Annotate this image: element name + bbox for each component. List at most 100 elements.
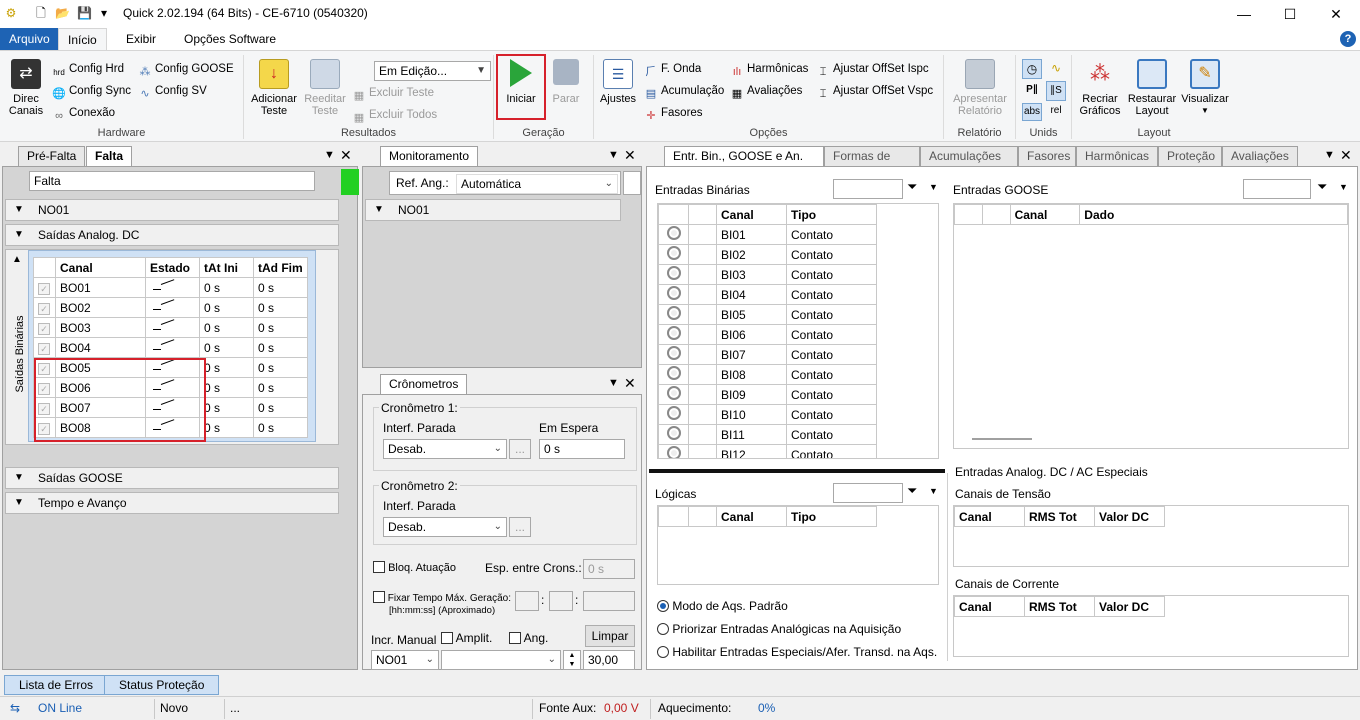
tab-pre-falta[interactable]: Pré-Falta (18, 146, 86, 166)
incr-node-select[interactable]: NO01 ⌄ (371, 650, 439, 670)
direc-canais-button[interactable]: ⇄ Direc Canais (6, 59, 46, 117)
bo-tad-fim[interactable]: 0 s (253, 397, 308, 418)
s-unit-icon[interactable]: ∥S (1046, 81, 1066, 101)
fixar-mm-field[interactable] (549, 591, 573, 611)
bo-estado[interactable] (145, 297, 200, 318)
crono1-more-button[interactable]: ... (509, 439, 531, 459)
bo-tat-ini[interactable]: 0 s (199, 297, 254, 318)
bo-tat-ini[interactable]: 0 s (199, 397, 254, 418)
goose-filter-input[interactable] (1243, 179, 1311, 199)
bo-tat-ini[interactable]: 0 s (199, 277, 254, 298)
section-no01[interactable]: ▼ NO01 (5, 199, 339, 221)
clock-icon[interactable]: ◷ (1022, 59, 1042, 79)
edit-mode-select[interactable]: Em Edição... ▼ (374, 61, 491, 81)
tab-falta[interactable]: Falta (86, 146, 133, 167)
menu-inicio[interactable]: Início (58, 28, 107, 50)
tab-right-0[interactable]: Entr. Bin., GOOSE e An. DC (664, 146, 824, 181)
pin-icon[interactable]: ▼ (608, 149, 619, 161)
incr-spinner[interactable]: ▲ ▼ (563, 650, 581, 670)
bo-tat-ini[interactable]: 0 s (199, 417, 254, 438)
pin-icon[interactable]: ▼ (1324, 149, 1335, 161)
logicas-filter-input[interactable] (833, 483, 903, 503)
qat-dropdown-icon[interactable]: ▾ (97, 6, 111, 20)
excluir-teste-button[interactable]: ▦ Excluir Teste (352, 83, 434, 103)
limpar-button[interactable]: Limpar (585, 625, 635, 647)
row-checkbox[interactable]: ✓ (38, 342, 50, 355)
incr-value-field[interactable]: 30,00 (583, 650, 635, 670)
table-row[interactable]: ✓ BO03 0 s0 s (33, 317, 308, 338)
apresentar-relatorio-button[interactable]: Apresentar Relatório (948, 59, 1012, 117)
bo-tat-ini[interactable]: 0 s (199, 337, 254, 358)
table-row[interactable]: BI04 Contato (658, 284, 877, 305)
p-unit-icon[interactable]: P∥ (1022, 81, 1042, 101)
state-name-field[interactable]: Falta (29, 171, 315, 191)
incr-channel-select[interactable]: ⌄ (441, 650, 561, 670)
config-sv-button[interactable]: ∿ Config SV (138, 81, 206, 101)
row-checkbox[interactable]: ✓ (38, 322, 50, 335)
table-row[interactable]: BI09 Contato (658, 384, 877, 405)
bo-tat-ini[interactable]: 0 s (199, 377, 254, 398)
tab-right-5[interactable]: Proteção (1158, 146, 1222, 166)
table-row[interactable]: ✓ BO04 0 s0 s (33, 337, 308, 358)
row-checkbox[interactable]: ✓ (38, 282, 50, 295)
bo-tad-fim[interactable]: 0 s (253, 277, 308, 298)
filter-icon[interactable]: ⏷ (907, 179, 917, 195)
close-icon[interactable]: ✕ (340, 147, 352, 164)
radio-habilitar-especiais[interactable]: Habilitar Entradas Especiais/Afer. Trans… (657, 645, 937, 659)
close-window-button[interactable]: ✕ (1313, 0, 1359, 28)
tab-right-1[interactable]: Formas de Onda (824, 146, 920, 181)
wave-unit-icon[interactable]: ∿ (1046, 59, 1066, 79)
bo-tad-fim[interactable]: 0 s (253, 417, 308, 438)
fixar-ss-field[interactable] (583, 591, 635, 611)
help-icon[interactable]: ? (1340, 31, 1356, 47)
section-tempo-avanco[interactable]: ▼ Tempo e Avanço (5, 492, 339, 514)
chevron-down-icon[interactable]: ▼ (1339, 182, 1348, 192)
close-icon[interactable]: ✕ (624, 375, 636, 392)
bo-tad-fim[interactable]: 0 s (253, 297, 308, 318)
fasores-button[interactable]: ✛ Fasores (644, 103, 702, 123)
conexao-button[interactable]: ∞ Conexão (52, 103, 115, 123)
ajustar-offset-ispc-button[interactable]: ⌶ Ajustar OffSet Ispc (816, 59, 929, 79)
table-row[interactable]: BI07 Contato (658, 344, 877, 365)
avaliacoes-button[interactable]: ▦ Avaliações (730, 81, 803, 101)
ang-checkbox[interactable]: Ang. (509, 631, 548, 645)
config-hrd-button[interactable]: hrd Config Hrd (52, 59, 124, 79)
iniciar-button[interactable]: Iniciar (500, 59, 542, 105)
radio-modo-padrao[interactable]: Modo de Aqs. Padrão (657, 599, 788, 613)
filter-icon[interactable]: ⏷ (907, 483, 917, 499)
table-row[interactable]: BI10 Contato (658, 404, 877, 425)
config-goose-button[interactable]: ⁂ Config GOOSE (138, 59, 234, 79)
tab-cronometros[interactable]: Crônometros (380, 374, 468, 395)
maximize-button[interactable]: ☐ (1267, 0, 1313, 28)
bo-tat-ini[interactable]: 0 s (199, 317, 254, 338)
amplit-checkbox[interactable]: Amplit. (441, 631, 492, 645)
bo-tat-ini[interactable]: 0 s (199, 357, 254, 378)
rel-toggle[interactable]: rel (1046, 103, 1066, 121)
table-row[interactable]: BI01 Contato (658, 224, 877, 245)
config-sync-button[interactable]: 🌐 Config Sync (52, 81, 131, 101)
table-row[interactable]: BI12 Contato (658, 444, 877, 458)
f-onda-button[interactable]: ⺁ F. Onda (644, 59, 702, 79)
close-icon[interactable]: ✕ (624, 147, 636, 164)
table-row[interactable]: BI02 Contato (658, 244, 877, 265)
visualizar-button[interactable]: ✎ Visualizar ▼ (1178, 59, 1232, 117)
chevron-up-icon[interactable]: ▲ (12, 254, 22, 265)
bin-filter-input[interactable] (833, 179, 903, 199)
chevron-down-icon[interactable]: ▼ (929, 486, 938, 496)
row-checkbox[interactable]: ✓ (38, 302, 50, 315)
tab-right-4[interactable]: Harmônicas (1076, 146, 1158, 166)
tab-right-2[interactable]: Acumulações (920, 146, 1018, 166)
abs-toggle[interactable]: abs (1022, 103, 1042, 121)
crono2-more-button[interactable]: ... (509, 517, 531, 537)
chevron-down-icon[interactable]: ▼ (929, 182, 938, 192)
bo-tad-fim[interactable]: 0 s (253, 317, 308, 338)
crono2-interf-select[interactable]: Desab. ⌄ (383, 517, 507, 537)
table-row[interactable]: BI06 Contato (658, 324, 877, 345)
bo-estado[interactable] (145, 337, 200, 358)
close-icon[interactable]: ✕ (1340, 147, 1352, 164)
tab-right-3[interactable]: Fasores (1018, 146, 1076, 166)
radio-priorizar-analogicas[interactable]: Priorizar Entradas Analógicas na Aquisiç… (657, 622, 901, 636)
esp-crons-field[interactable]: 0 s (583, 559, 635, 579)
ref-ang-select[interactable]: Automática ⌄ (456, 174, 618, 194)
bo-tad-fim[interactable]: 0 s (253, 357, 308, 378)
